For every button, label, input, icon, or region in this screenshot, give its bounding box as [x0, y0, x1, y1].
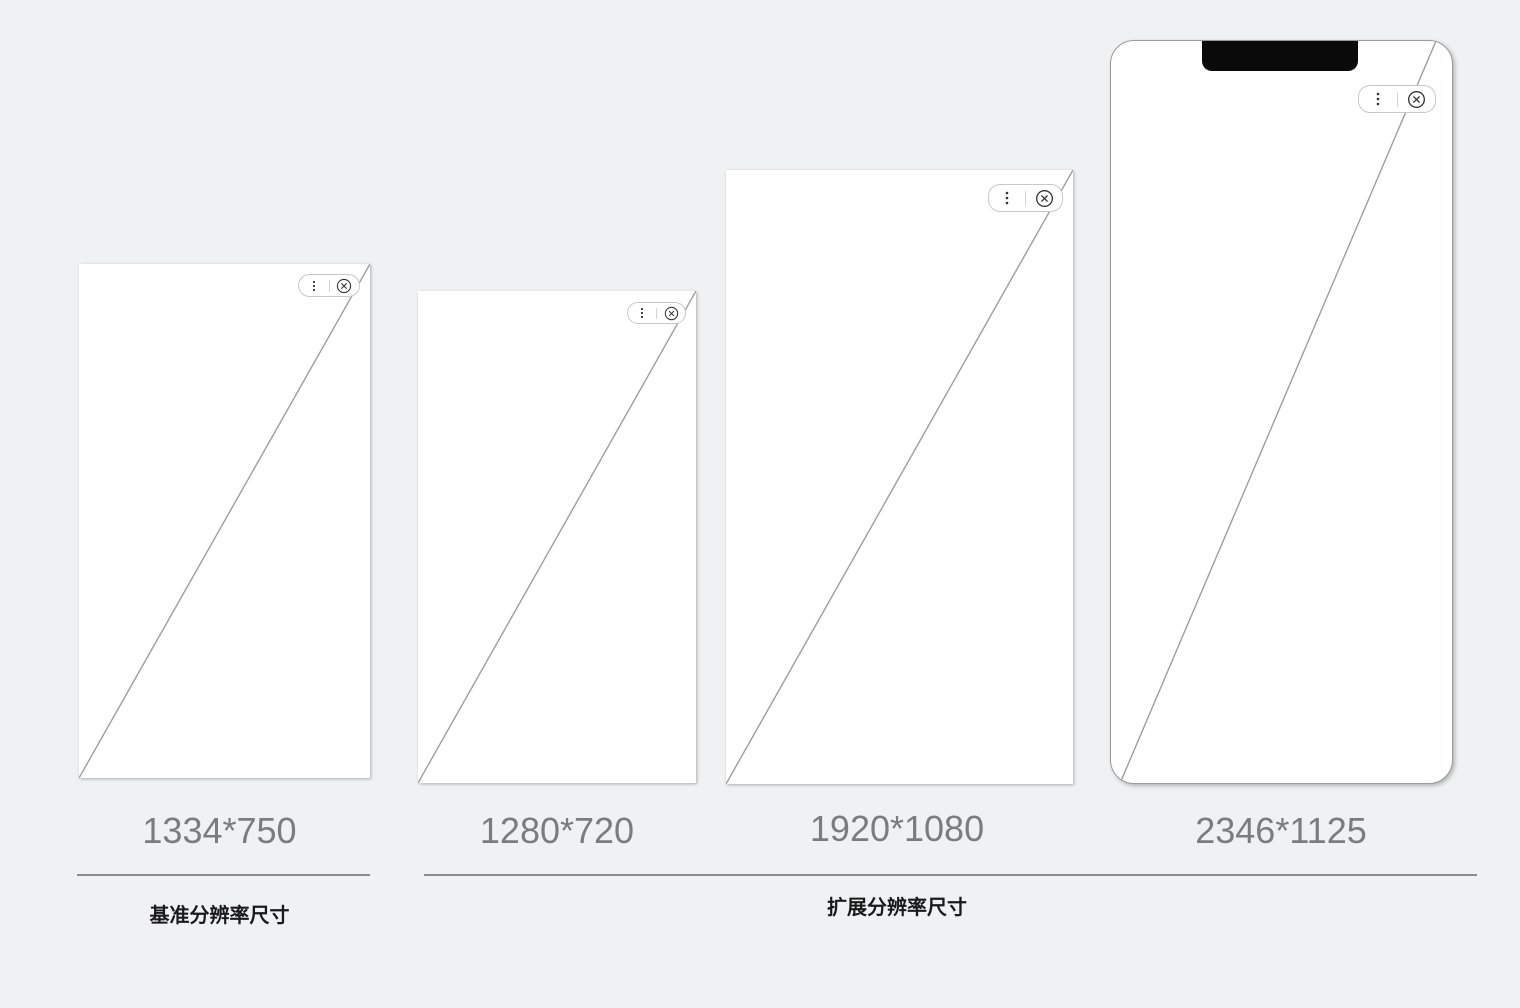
- screen-1334x750: [79, 264, 370, 778]
- screen-diagonal-line: [79, 264, 370, 778]
- mini-program-capsule: [988, 184, 1063, 212]
- resolution-label-2346x1125: 2346*1125: [1195, 810, 1367, 851]
- screen-1280x720: [418, 291, 696, 783]
- close-circle-icon: [664, 306, 678, 320]
- mini-program-capsule: [1358, 85, 1436, 113]
- resolution-label-1334x750: 1334*750: [142, 810, 297, 851]
- phone-notch: [1202, 41, 1358, 71]
- capsule-close[interactable]: [330, 275, 360, 296]
- screen-diagonal-line: [418, 291, 696, 783]
- capsule-close[interactable]: [1398, 86, 1436, 112]
- mini-program-capsule: [298, 274, 360, 297]
- group-divider-extended: [424, 874, 1477, 876]
- close-circle-icon: [337, 278, 352, 293]
- screen-diagonal-line: [726, 170, 1073, 784]
- group-divider-base: [77, 874, 370, 876]
- capsule-close[interactable]: [1026, 185, 1062, 211]
- more-dots-icon: [1005, 191, 1009, 205]
- screen-1920x1080: [726, 170, 1073, 784]
- screen-2346x1125: [1110, 40, 1453, 784]
- more-dots-icon: [312, 280, 315, 291]
- resolution-label-1280x720: 1280*720: [479, 810, 635, 851]
- resolution-label-1920x1080: 1920*1080: [809, 808, 985, 849]
- group-label-extended: 扩展分辨率尺寸: [827, 895, 967, 919]
- group-label-base: 基准分辨率尺寸: [149, 903, 290, 927]
- capsule-menu[interactable]: [1359, 86, 1397, 112]
- mini-program-capsule: [627, 302, 686, 324]
- close-circle-icon: [1407, 90, 1425, 108]
- capsule-menu[interactable]: [628, 303, 656, 323]
- close-circle-icon: [1035, 189, 1053, 207]
- capsule-menu[interactable]: [299, 275, 329, 296]
- capsule-close[interactable]: [657, 303, 685, 323]
- more-dots-icon: [1376, 92, 1380, 106]
- screen-diagonal-line: [1120, 41, 1437, 782]
- more-dots-icon: [640, 307, 644, 319]
- capsule-menu[interactable]: [989, 185, 1025, 211]
